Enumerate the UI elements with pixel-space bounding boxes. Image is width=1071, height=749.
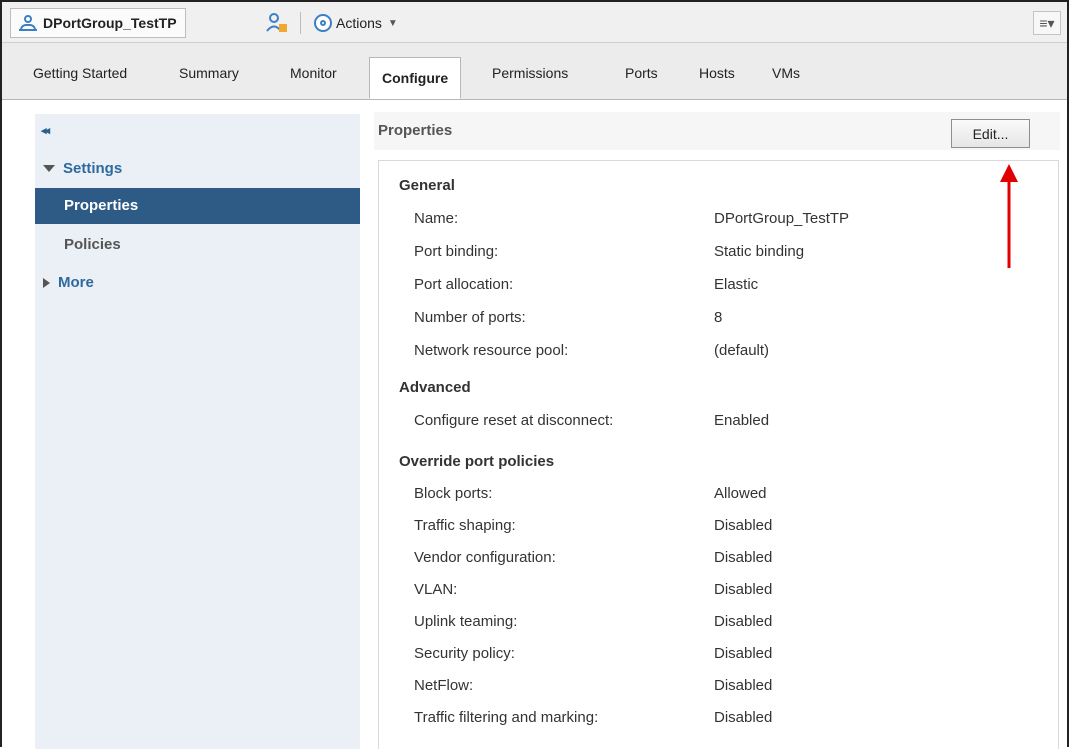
- edit-button[interactable]: Edit...: [951, 119, 1030, 148]
- tab-getting-started[interactable]: Getting Started: [33, 65, 127, 81]
- app-window: DPortGroup_TestTP Actions ▼ ≡▾ Getting S…: [0, 0, 1069, 749]
- tab-monitor[interactable]: Monitor: [290, 65, 337, 81]
- property-label: Port binding:: [414, 243, 499, 260]
- property-value: Disabled: [714, 581, 773, 598]
- properties-header: Properties Edit...: [374, 112, 1060, 150]
- property-label: Uplink teaming:: [414, 613, 518, 630]
- annotation-arrow-icon: [1000, 164, 1018, 268]
- section-advanced: Advanced: [399, 379, 471, 396]
- tab-permissions[interactable]: Permissions: [492, 65, 568, 81]
- actions-label: Actions: [336, 15, 382, 31]
- more-label: More: [58, 274, 94, 291]
- property-label: Port allocation:: [414, 276, 514, 293]
- property-label: NetFlow:: [414, 677, 474, 694]
- page-title: Properties: [378, 122, 453, 139]
- property-value: Enabled: [714, 412, 770, 429]
- portgroup-icon: [19, 15, 37, 31]
- property-value: 8: [714, 309, 723, 326]
- section-override-port-policies: Override port policies: [399, 453, 555, 470]
- tab-vms[interactable]: VMs: [772, 65, 800, 81]
- gear-icon: [314, 14, 332, 32]
- property-label: Traffic filtering and marking:: [414, 709, 599, 726]
- nav-item-policies[interactable]: Policies: [35, 227, 360, 263]
- collapse-icon[interactable]: ◂◂: [41, 124, 50, 137]
- object-title-bar: DPortGroup_TestTP Actions ▼ ≡▾: [2, 2, 1067, 43]
- tab-bar: Getting Started Summary Monitor Configur…: [2, 43, 1067, 100]
- chevron-down-icon: ▼: [387, 17, 398, 29]
- toolbar-separator: [300, 12, 301, 34]
- property-label: VLAN:: [414, 581, 458, 598]
- tab-hosts[interactable]: Hosts: [699, 65, 735, 81]
- property-value: Disabled: [714, 517, 773, 534]
- property-label: Configure reset at disconnect:: [414, 412, 614, 429]
- object-title[interactable]: DPortGroup_TestTP: [10, 8, 186, 38]
- property-value: Disabled: [714, 677, 773, 694]
- settings-nav: ◂◂ Settings Properties Policies More: [35, 114, 360, 749]
- property-value: Disabled: [714, 613, 773, 630]
- property-label: Network resource pool:: [414, 342, 569, 359]
- property-label: Name:: [414, 210, 459, 227]
- expand-down-icon: [43, 165, 55, 172]
- property-value: Static binding: [714, 243, 805, 260]
- settings-label: Settings: [63, 160, 123, 177]
- property-value: (default): [714, 342, 770, 359]
- property-label: Vendor configuration:: [414, 549, 556, 566]
- property-value: Disabled: [714, 645, 773, 662]
- more-group[interactable]: More: [43, 274, 94, 291]
- nav-item-properties[interactable]: Properties: [35, 188, 360, 224]
- tab-ports[interactable]: Ports: [625, 65, 658, 81]
- property-label: Block ports:: [414, 485, 493, 502]
- properties-panel: General Name: DPortGroup_TestTP Port bind…: [378, 160, 1059, 749]
- tab-summary[interactable]: Summary: [179, 65, 239, 81]
- property-label: Traffic shaping:: [414, 517, 516, 534]
- tab-configure[interactable]: Configure: [369, 57, 462, 99]
- expand-right-icon: [43, 277, 50, 288]
- property-value: Disabled: [714, 549, 773, 566]
- property-value: Allowed: [714, 485, 767, 502]
- object-name: DPortGroup_TestTP: [43, 15, 177, 31]
- property-value: DPortGroup_TestTP: [714, 210, 850, 227]
- property-value: Elastic: [714, 276, 759, 293]
- users-icon[interactable]: [265, 10, 289, 36]
- settings-group[interactable]: Settings: [43, 160, 122, 177]
- menu-icon[interactable]: ≡▾: [1033, 11, 1061, 35]
- property-label: Number of ports:: [414, 309, 526, 326]
- section-general: General: [399, 177, 455, 194]
- property-label: Security policy:: [414, 645, 515, 662]
- actions-menu-button[interactable]: Actions ▼: [314, 10, 398, 36]
- property-value: Disabled: [714, 709, 773, 726]
